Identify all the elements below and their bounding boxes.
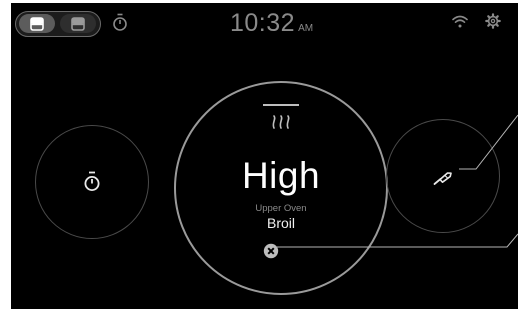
oven-display: 10:32 AM High Upper Oven Broil xyxy=(11,3,518,309)
callout-lines xyxy=(276,114,518,248)
